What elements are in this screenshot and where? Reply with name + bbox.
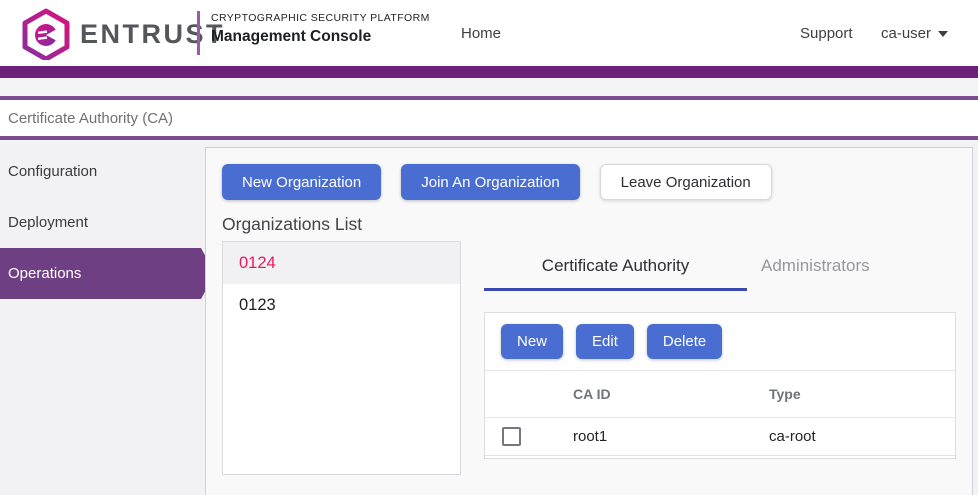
user-menu-label: ca-user bbox=[881, 25, 931, 42]
user-menu[interactable]: ca-user bbox=[881, 0, 948, 66]
nav-support[interactable]: Support bbox=[800, 0, 853, 66]
tab-administrators[interactable]: Administrators bbox=[747, 256, 870, 291]
organization-item-0123[interactable]: 0123 bbox=[223, 284, 460, 326]
ca-table-card: New Edit Delete CA ID Type root1 bbox=[484, 312, 956, 459]
organizations-list-title: Organizations List bbox=[222, 214, 956, 235]
platform-title: CRYPTOGRAPHIC SECURITY PLATFORM Manageme… bbox=[211, 12, 430, 46]
organizations-list: 0124 0123 bbox=[222, 241, 461, 475]
ca-id-cell: root1 bbox=[557, 428, 753, 445]
row-checkbox-wrap bbox=[485, 427, 557, 446]
header-gap-strip bbox=[0, 78, 978, 96]
ca-delete-button[interactable]: Delete bbox=[647, 324, 722, 359]
ca-header-ca-id: CA ID bbox=[557, 386, 753, 402]
sidebar-item-operations[interactable]: Operations bbox=[0, 248, 215, 299]
sidebar-item-deployment[interactable]: Deployment bbox=[0, 197, 205, 248]
ca-type-cell: ca-root bbox=[753, 428, 955, 445]
app-header: ENTRUST CRYPTOGRAPHIC SECURITY PLATFORM … bbox=[0, 0, 978, 66]
ca-edit-button[interactable]: Edit bbox=[576, 324, 634, 359]
leave-organization-button[interactable]: Leave Organization bbox=[600, 164, 772, 200]
operations-panel: New Organization Join An Organization Le… bbox=[205, 147, 973, 495]
panel-columns: 0124 0123 Certificate Authority Administ… bbox=[222, 241, 956, 475]
sidebar: Configuration Deployment Operations bbox=[0, 146, 215, 299]
breadcrumb: Certificate Authority (CA) bbox=[0, 100, 978, 136]
header-divider bbox=[197, 11, 200, 55]
entrust-logo-icon bbox=[22, 8, 70, 60]
caret-down-icon bbox=[938, 31, 948, 37]
content-area: Configuration Deployment Operations New … bbox=[0, 140, 978, 495]
ca-header-type: Type bbox=[753, 386, 955, 402]
row-checkbox[interactable] bbox=[502, 427, 521, 446]
nav-home[interactable]: Home bbox=[461, 0, 501, 66]
ca-table-row[interactable]: root1 ca-root bbox=[485, 418, 955, 456]
console-title: Management Console bbox=[211, 28, 430, 46]
brand-name: ENTRUST bbox=[80, 19, 225, 50]
ca-new-button[interactable]: New bbox=[501, 324, 563, 359]
join-organization-button[interactable]: Join An Organization bbox=[401, 164, 579, 200]
platform-subtitle: CRYPTOGRAPHIC SECURITY PLATFORM bbox=[211, 12, 430, 24]
sidebar-item-configuration[interactable]: Configuration bbox=[0, 146, 205, 197]
purple-accent-bar bbox=[0, 66, 978, 78]
ca-table-header: CA ID Type bbox=[485, 370, 955, 418]
tab-certificate-authority[interactable]: Certificate Authority bbox=[484, 256, 747, 291]
organization-detail: Certificate Authority Administrators New… bbox=[484, 241, 956, 475]
new-organization-button[interactable]: New Organization bbox=[222, 164, 381, 200]
detail-tabs: Certificate Authority Administrators bbox=[484, 256, 956, 291]
ca-actions: New Edit Delete bbox=[485, 324, 955, 370]
organization-actions: New Organization Join An Organization Le… bbox=[222, 164, 956, 200]
organization-item-0124[interactable]: 0124 bbox=[223, 242, 460, 284]
